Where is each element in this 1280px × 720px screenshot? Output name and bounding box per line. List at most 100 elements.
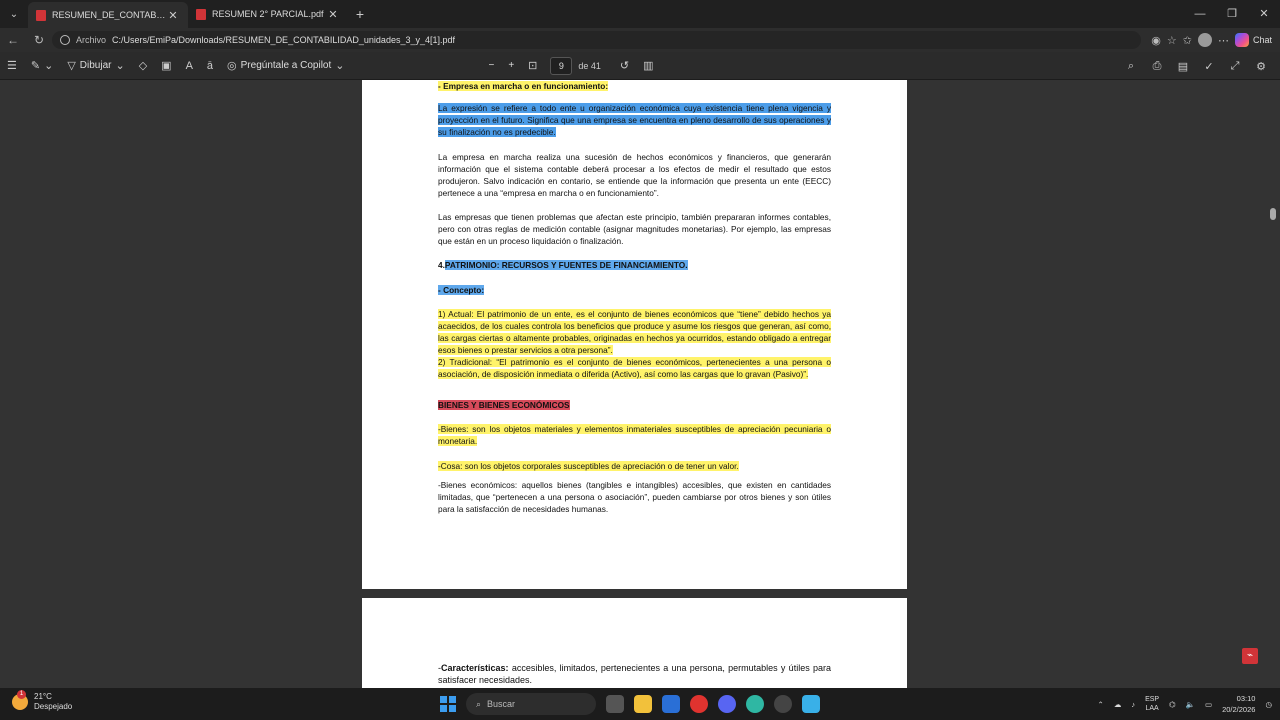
url-scheme-label: Archivo <box>76 35 107 45</box>
minimize-button[interactable]: — <box>1184 0 1216 28</box>
opera-icon[interactable] <box>690 695 708 713</box>
page-view-button[interactable]: ▥ <box>636 59 660 72</box>
chat-label: Chat <box>1252 35 1272 45</box>
taskbar-search[interactable]: ⌕ Buscar <box>466 693 596 715</box>
copilot-icon: ◎ <box>227 60 237 72</box>
notes-app-icon[interactable] <box>802 695 820 713</box>
acrobat-icon[interactable]: ⌁ <box>1242 648 1258 664</box>
two-page-icon: ▥ <box>643 60 654 72</box>
notifications-icon[interactable]: ◷ <box>1265 700 1272 709</box>
maximize-button[interactable]: ❐ <box>1216 0 1248 28</box>
copilot-chat-button[interactable]: Chat <box>1234 33 1272 47</box>
text-box-icon: ▣ <box>161 60 172 72</box>
ask-copilot-label: Pregúntale a Copilot <box>240 60 332 71</box>
highlight-button[interactable]: ✎ ⌄ <box>24 59 60 72</box>
settings-gear-icon[interactable]: ⚙ <box>1248 60 1274 73</box>
task-view-icon[interactable] <box>606 695 624 713</box>
zoom-in-button[interactable]: + <box>501 60 521 71</box>
zoom-out-button[interactable]: − <box>481 60 501 71</box>
back-button[interactable]: ← <box>0 33 26 47</box>
save-as-icon[interactable]: ✓ <box>1196 60 1222 73</box>
url-field[interactable]: Archivo C:/Users/EmiPa/Downloads/RESUMEN… <box>52 31 1142 49</box>
file-explorer-icon[interactable] <box>634 695 652 713</box>
pdf-page: -Características: accesibles, limitados,… <box>362 598 907 688</box>
favorites-icon[interactable]: ✩ <box>1183 34 1192 47</box>
pdf-toolbar: ☰ ✎ ⌄ ▽ Dibujar ⌄ ◇ ▣ A ā ◎ Pregúntale a … <box>0 52 1280 80</box>
more-options-icon[interactable]: ⋯ <box>1218 34 1229 47</box>
heading-patrimonio: 4.PATRIMONIO: RECURSOS Y FUENTES DE FINA… <box>438 260 688 270</box>
ask-copilot-button[interactable]: ◎ Pregúntale a Copilot ⌄ <box>220 59 351 72</box>
chevron-down-icon[interactable]: ⌄ <box>335 59 344 72</box>
highlighter-icon: ✎ <box>30 60 41 72</box>
chevron-up-icon[interactable]: ⌃ <box>1098 700 1104 709</box>
definition-bienes: -Bienes: son los objetos materiales y el… <box>438 424 831 446</box>
language-indicator[interactable]: ESP LAA <box>1145 695 1159 713</box>
text-size-icon: A <box>185 59 193 72</box>
translate-button[interactable]: ā <box>200 60 220 72</box>
microphone-icon[interactable]: ♪ <box>1131 700 1135 709</box>
fullscreen-icon[interactable]: ⤢ <box>1222 60 1248 73</box>
paragraph-selected[interactable]: La expresión se refiere a todo ente u or… <box>438 102 831 138</box>
window-controls: — ❐ ✕ <box>1184 0 1280 28</box>
cloud-icon[interactable]: ☁ <box>1114 700 1122 709</box>
notification-badge: 1 <box>17 690 26 699</box>
discord-icon[interactable] <box>718 695 736 713</box>
network-icon[interactable]: ⌬ <box>1169 700 1176 709</box>
new-tab-button[interactable]: + <box>348 0 372 28</box>
search-icon: ⌕ <box>476 698 482 709</box>
add-text-button[interactable]: ▣ <box>154 59 178 72</box>
close-window-button[interactable]: ✕ <box>1248 0 1280 28</box>
weather-text: 21°C Despejado <box>34 692 72 712</box>
time: 03:10 <box>1236 694 1256 703</box>
sun-icon: 1 <box>12 690 28 710</box>
info-icon[interactable] <box>60 35 70 45</box>
store-icon[interactable] <box>662 695 680 713</box>
clock[interactable]: 03:10 20/2/2026 <box>1222 693 1255 715</box>
print-icon[interactable]: ⎙ <box>1144 60 1170 73</box>
chevron-down-icon[interactable]: ⌄ <box>44 59 53 72</box>
text-size-button[interactable]: A <box>179 60 200 72</box>
favorite-star-icon[interactable]: ☆ <box>1167 34 1177 47</box>
close-tab-icon[interactable]: ✕ <box>326 8 340 21</box>
avatar[interactable] <box>1197 33 1212 47</box>
search-placeholder: Buscar <box>487 699 516 709</box>
start-windows-icon[interactable] <box>440 696 456 712</box>
definition-actual: 1) Actual: El patrimonio de un ente, es … <box>438 309 831 355</box>
app-icon[interactable] <box>774 695 792 713</box>
definition-cosa: -Cosa: son los objetos corporales suscep… <box>438 461 739 471</box>
refresh-button[interactable]: ↻ <box>26 33 52 47</box>
taskbar-apps: ⌕ Buscar <box>440 692 820 716</box>
contents-button[interactable]: ☰ <box>0 59 24 72</box>
volume-icon[interactable]: 🔈 <box>1186 700 1195 709</box>
pdf-viewer[interactable]: - Empresa en marcha o en funcionamiento:… <box>0 80 1280 688</box>
tab-title: RESUMEN 2° PARCIAL.pdf <box>212 9 324 19</box>
weather-condition: Despejado <box>34 702 73 711</box>
tab-resumen-contabilidad[interactable]: RESUMEN_DE_CONTABILIDAD_uni ✕ <box>28 2 188 28</box>
taskbar: 1 21°C Despejado ⌕ Buscar ⌃ ☁ ♪ ESP LAA … <box>0 688 1280 720</box>
pdf-icon <box>196 8 206 20</box>
read-aloud-icon[interactable]: ◉ <box>1151 34 1161 47</box>
draw-button[interactable]: ▽ Dibujar ⌄ <box>60 59 131 72</box>
tab-resumen-parcial[interactable]: RESUMEN 2° PARCIAL.pdf ✕ <box>188 0 348 28</box>
erase-button[interactable]: ◇ <box>132 59 154 72</box>
fit-to-page-icon: ⊡ <box>528 60 538 72</box>
system-tray: ⌃ ☁ ♪ ESP LAA ⌬ 🔈 ▭ 03:10 20/2/2026 ◷ <box>1098 690 1272 718</box>
chevron-down-icon[interactable]: ⌄ <box>115 59 124 72</box>
save-icon[interactable]: ▤ <box>1170 60 1196 73</box>
fit-page-button[interactable]: ⊡ <box>521 59 544 72</box>
tab-actions-menu[interactable]: ⌄ <box>0 0 28 28</box>
close-tab-icon[interactable]: ✕ <box>166 9 180 22</box>
heading-concepto: - Concepto: <box>438 285 485 295</box>
search-icon[interactable]: ⌕ <box>1118 60 1144 73</box>
tab-title: RESUMEN_DE_CONTABILIDAD_uni <box>52 10 166 20</box>
pdf-icon <box>36 9 46 21</box>
edge-icon[interactable] <box>746 695 764 713</box>
scrollbar-thumb[interactable] <box>1270 208 1276 220</box>
rotate-button[interactable]: ↺ <box>613 59 636 72</box>
weather-widget[interactable]: 1 21°C Despejado <box>12 690 72 712</box>
paragraph-empresa-marcha: La empresa en marcha realiza una sucesió… <box>438 152 831 198</box>
eraser-icon: ◇ <box>138 60 148 72</box>
battery-icon[interactable]: ▭ <box>1205 700 1212 709</box>
toolbar-right-actions: ⌕ ⎙ ▤ ✓ ⤢ ⚙ <box>1118 52 1274 80</box>
page-number-input[interactable]: 9 <box>550 56 573 75</box>
